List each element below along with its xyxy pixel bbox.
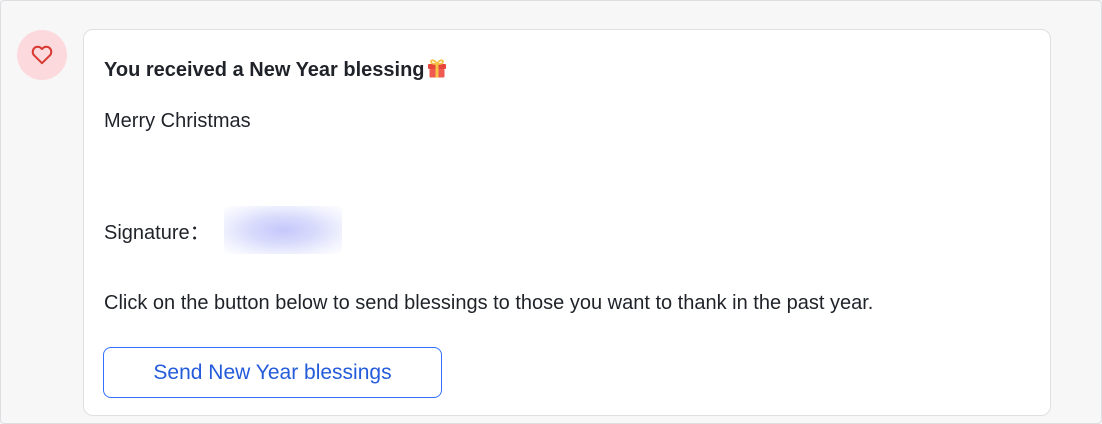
send-blessings-button[interactable]: Send New Year blessings — [103, 347, 442, 398]
message-title-text: You received a New Year blessing — [104, 59, 425, 81]
gift-icon — [426, 57, 448, 86]
sender-avatar[interactable] — [17, 30, 67, 80]
message-title: You received a New Year blessing — [104, 57, 448, 86]
message-frame: You received a New Year blessing Merry C… — [0, 0, 1102, 424]
signature-row: Signature： — [104, 206, 342, 254]
signature-label: Signature： — [104, 221, 210, 244]
heart-icon — [30, 43, 54, 67]
instruction-text: Click on the button below to send blessi… — [104, 292, 874, 314]
signature-image — [223, 206, 342, 254]
message-body: Merry Christmas — [104, 110, 251, 132]
message-card: You received a New Year blessing Merry C… — [83, 29, 1051, 416]
